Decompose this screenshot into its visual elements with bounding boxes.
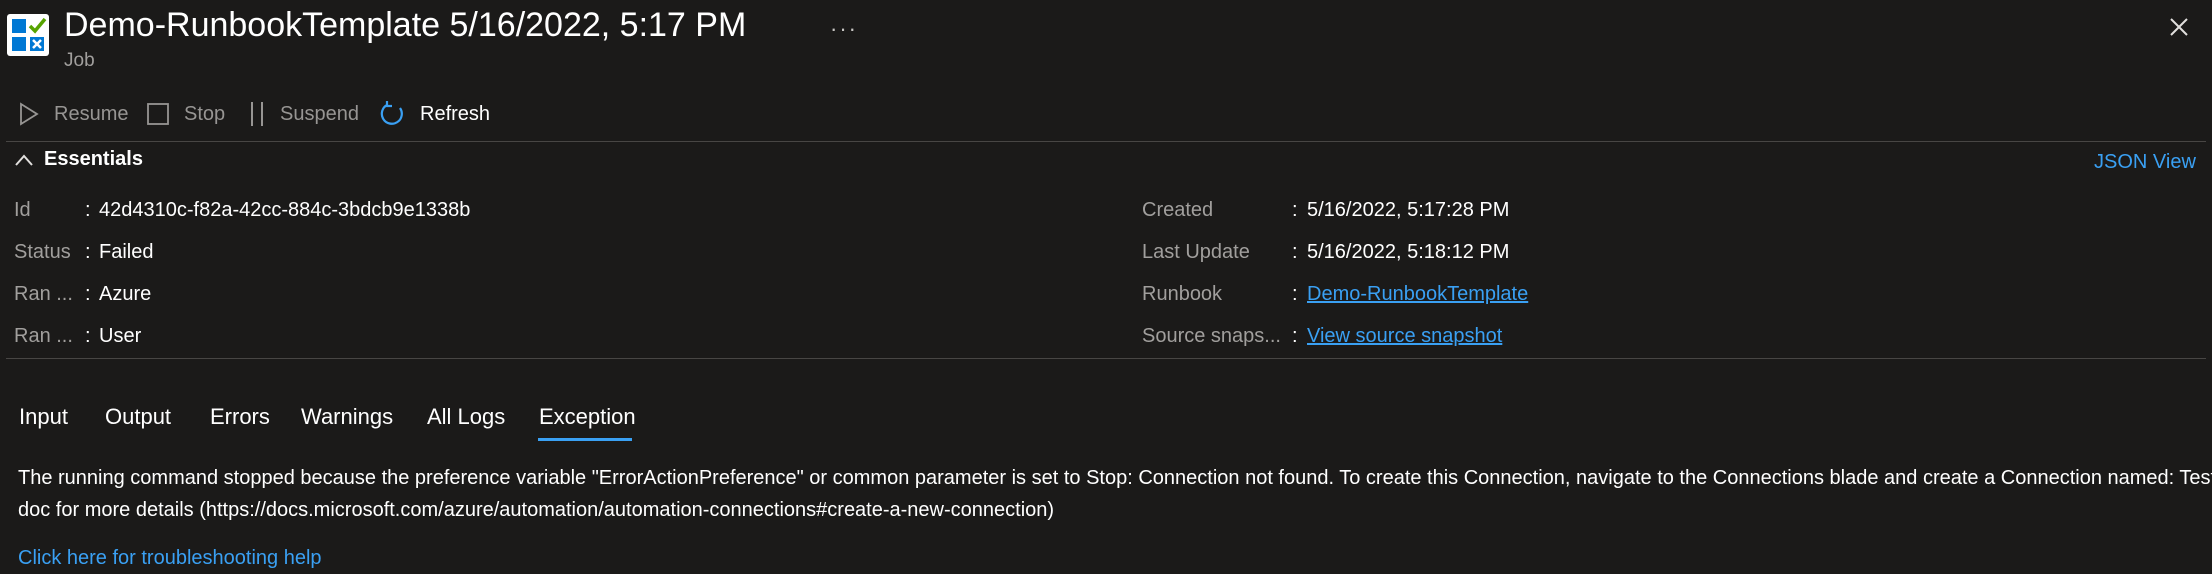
- chevron-up-icon: [15, 153, 33, 166]
- field-colon: :: [1292, 241, 1298, 263]
- resume-label: Resume: [54, 102, 129, 125]
- stop-icon: [147, 103, 169, 125]
- essentials-divider: [6, 358, 2206, 359]
- field-value-ran-on: Azure: [99, 283, 152, 305]
- field-value-last-update: 5/16/2022, 5:18:12 PM: [1307, 241, 1510, 263]
- essentials-toggle[interactable]: Essentials: [14, 148, 143, 171]
- refresh-icon: [380, 101, 403, 125]
- tab-all-logs[interactable]: All Logs: [427, 404, 505, 430]
- troubleshooting-help-link[interactable]: Click here for troubleshooting help: [18, 547, 322, 570]
- view-source-snapshot-link[interactable]: View source snapshot: [1307, 325, 1502, 348]
- tab-input[interactable]: Input: [19, 404, 68, 430]
- field-label-ran-by: Ran ...: [14, 325, 73, 347]
- play-icon: [20, 102, 39, 126]
- close-icon[interactable]: [2164, 12, 2194, 42]
- tab-errors[interactable]: Errors: [210, 404, 270, 430]
- stop-label: Stop: [184, 102, 226, 125]
- field-colon: :: [85, 283, 91, 305]
- exception-line-1: The running command stopped because the …: [18, 467, 2212, 489]
- suspend-label: Suspend: [280, 102, 359, 125]
- field-label-id: Id: [14, 199, 31, 221]
- exception-line-2: doc for more details (https://docs.micro…: [18, 499, 1055, 521]
- tab-exception[interactable]: Exception: [539, 404, 636, 430]
- json-view-link[interactable]: JSON View: [2094, 151, 2196, 174]
- toolbar-divider: [6, 141, 2206, 142]
- field-label-last-update: Last Update: [1142, 241, 1250, 263]
- automation-job-icon: [6, 13, 50, 57]
- field-value-id: 42d4310c-f82a-42cc-884c-3bdcb9e1338b: [99, 199, 471, 221]
- field-colon: :: [85, 241, 91, 263]
- runbook-link[interactable]: Demo-RunbookTemplate: [1307, 283, 1528, 306]
- field-colon: :: [85, 199, 91, 221]
- exception-message: The running command stopped because the …: [18, 462, 2212, 526]
- field-label-source-snapshot: Source snaps...: [1142, 325, 1281, 347]
- refresh-button[interactable]: Refresh: [378, 96, 490, 132]
- refresh-label: Refresh: [420, 102, 491, 125]
- page-subtitle: Job: [64, 50, 95, 71]
- field-colon: :: [1292, 325, 1298, 347]
- essentials-label: Essentials: [44, 148, 143, 170]
- tab-warnings[interactable]: Warnings: [301, 404, 393, 430]
- tab-output[interactable]: Output: [105, 404, 171, 430]
- field-label-runbook: Runbook: [1142, 283, 1223, 305]
- resume-button[interactable]: Resume: [18, 96, 128, 132]
- field-label-ran-on: Ran ...: [14, 283, 73, 305]
- field-colon: :: [85, 325, 91, 347]
- field-colon: :: [1292, 283, 1298, 305]
- field-value-ran-by: User: [99, 325, 142, 347]
- suspend-button[interactable]: Suspend: [248, 96, 359, 132]
- more-options-button[interactable]: ···: [830, 16, 858, 42]
- selected-tab-indicator: [538, 438, 632, 441]
- field-label-status: Status: [14, 241, 71, 263]
- field-value-created: 5/16/2022, 5:17:28 PM: [1307, 199, 1510, 221]
- pause-icon: [251, 102, 263, 126]
- field-colon: :: [1292, 199, 1298, 221]
- page-title: Demo-RunbookTemplate 5/16/2022, 5:17 PM: [64, 6, 747, 44]
- field-label-created: Created: [1142, 199, 1214, 221]
- field-value-status: Failed: [99, 241, 154, 263]
- stop-button[interactable]: Stop: [146, 96, 225, 132]
